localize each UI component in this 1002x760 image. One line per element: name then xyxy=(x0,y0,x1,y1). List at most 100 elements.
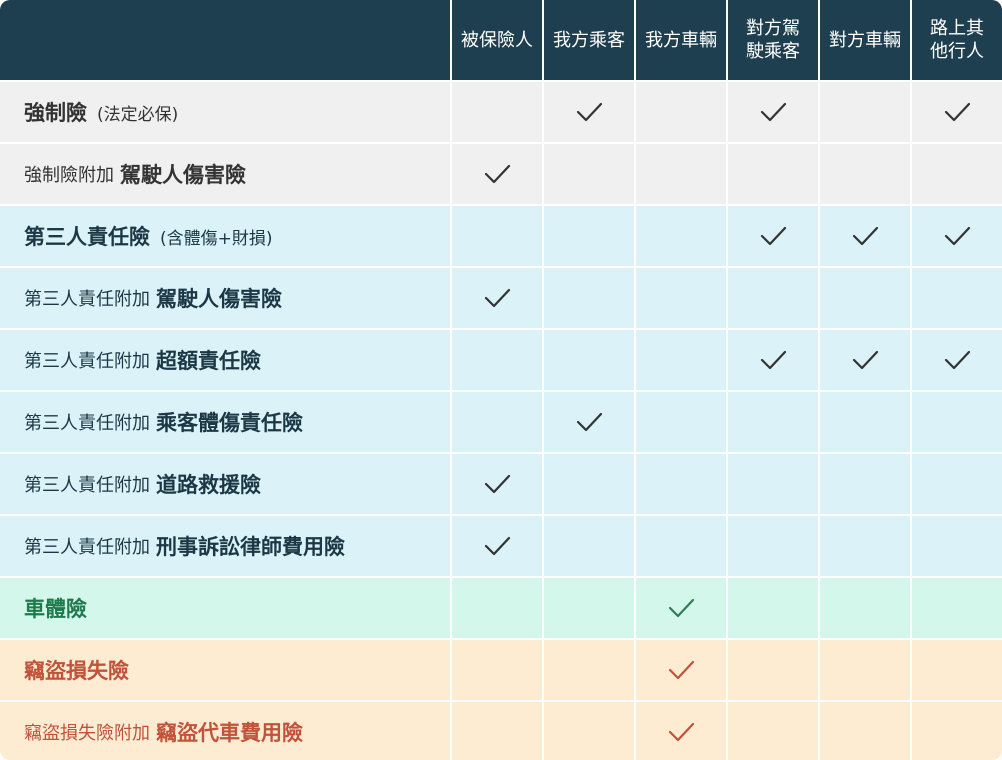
coverage-cell xyxy=(542,328,634,390)
coverage-name: 強制險 xyxy=(24,101,87,125)
coverage-cell xyxy=(818,638,910,700)
coverage-cell xyxy=(634,204,726,266)
coverage-label: 第三人責任附加 乘客體傷責任險 xyxy=(0,390,450,452)
coverage-table: 被保險人 我方乘客 我方車輛 對方駕 駛乘客 對方車輛 路上其 他行人 強制險 (法定必保) 強… xyxy=(0,0,1002,760)
coverage-cell xyxy=(726,328,818,390)
coverage-prefix: 第三人責任附加 xyxy=(24,475,150,496)
coverage-cell xyxy=(542,390,634,452)
coverage-cell xyxy=(634,266,726,328)
checkmark-icon xyxy=(484,474,511,494)
coverage-label: 第三人責任險 (含體傷+財損) xyxy=(0,204,450,266)
column-header: 被保險人 xyxy=(450,0,542,80)
coverage-label: 竊盜損失險 xyxy=(0,638,450,700)
coverage-cell xyxy=(910,576,1002,638)
coverage-cell xyxy=(542,80,634,142)
coverage-label: 強制險 (法定必保) xyxy=(0,80,450,142)
coverage-cell xyxy=(634,142,726,204)
coverage-prefix: 強制險附加 xyxy=(24,165,114,186)
checkmark-icon xyxy=(760,350,787,370)
coverage-label: 第三人責任附加 超額責任險 xyxy=(0,328,450,390)
column-header: 對方車輛 xyxy=(818,0,910,80)
checkmark-icon xyxy=(944,350,971,370)
checkmark-icon xyxy=(484,164,511,184)
coverage-label: 強制險附加 駕駛人傷害險 xyxy=(0,142,450,204)
coverage-cell xyxy=(542,514,634,576)
coverage-prefix: 第三人責任附加 xyxy=(24,289,150,310)
coverage-name: 第三人責任險 xyxy=(24,225,150,249)
coverage-cell xyxy=(726,142,818,204)
checkmark-icon xyxy=(576,412,603,432)
coverage-cell xyxy=(450,328,542,390)
coverage-cell xyxy=(818,204,910,266)
coverage-cell xyxy=(726,80,818,142)
coverage-name: 駕駛人傷害險 xyxy=(156,287,282,311)
coverage-prefix: 第三人責任附加 xyxy=(24,537,150,558)
coverage-name: 刑事訴訟律師費用險 xyxy=(156,535,345,559)
coverage-cell xyxy=(634,452,726,514)
coverage-label: 第三人責任附加 駕駛人傷害險 xyxy=(0,266,450,328)
coverage-cell xyxy=(726,638,818,700)
coverage-cell xyxy=(542,576,634,638)
coverage-name: 乘客體傷責任險 xyxy=(156,411,303,435)
coverage-cell xyxy=(634,80,726,142)
coverage-cell xyxy=(818,328,910,390)
coverage-cell xyxy=(634,700,726,760)
coverage-cell xyxy=(634,576,726,638)
coverage-cell xyxy=(634,328,726,390)
coverage-cell xyxy=(542,638,634,700)
coverage-cell xyxy=(450,80,542,142)
coverage-cell xyxy=(910,142,1002,204)
coverage-cell xyxy=(818,390,910,452)
coverage-cell xyxy=(542,452,634,514)
coverage-cell xyxy=(910,328,1002,390)
coverage-cell xyxy=(910,452,1002,514)
checkmark-icon xyxy=(668,722,695,742)
coverage-label: 車體險 xyxy=(0,576,450,638)
coverage-cell xyxy=(542,266,634,328)
coverage-cell xyxy=(726,576,818,638)
column-header: 對方駕 駛乘客 xyxy=(726,0,818,80)
coverage-name: 超額責任險 xyxy=(156,349,261,373)
coverage-name: 駕駛人傷害險 xyxy=(120,163,246,187)
coverage-cell xyxy=(910,390,1002,452)
checkmark-icon xyxy=(484,536,511,556)
coverage-label: 第三人責任附加 刑事訴訟律師費用險 xyxy=(0,514,450,576)
checkmark-icon xyxy=(484,288,511,308)
checkmark-icon xyxy=(576,102,603,122)
column-header: 我方車輛 xyxy=(634,0,726,80)
coverage-name: 竊盜損失險 xyxy=(24,659,129,683)
coverage-cell xyxy=(450,452,542,514)
checkmark-icon xyxy=(944,102,971,122)
coverage-cell xyxy=(450,514,542,576)
coverage-cell xyxy=(818,576,910,638)
coverage-note: (含體傷+財損) xyxy=(160,228,273,249)
coverage-cell xyxy=(818,266,910,328)
coverage-cell xyxy=(450,638,542,700)
coverage-cell xyxy=(726,452,818,514)
coverage-name: 竊盜代車費用險 xyxy=(156,721,303,745)
coverage-prefix: 竊盜損失險附加 xyxy=(24,723,150,744)
checkmark-icon xyxy=(668,598,695,618)
coverage-cell xyxy=(818,80,910,142)
coverage-cell xyxy=(818,142,910,204)
checkmark-icon xyxy=(760,102,787,122)
coverage-cell xyxy=(910,638,1002,700)
coverage-name: 道路救援險 xyxy=(156,473,261,497)
checkmark-icon xyxy=(944,226,971,246)
coverage-cell xyxy=(450,204,542,266)
coverage-cell xyxy=(726,514,818,576)
checkmark-icon xyxy=(852,350,879,370)
coverage-cell xyxy=(450,266,542,328)
coverage-cell xyxy=(450,700,542,760)
coverage-cell xyxy=(450,390,542,452)
header-blank-cell xyxy=(0,0,450,80)
coverage-cell xyxy=(726,266,818,328)
coverage-cell xyxy=(726,390,818,452)
coverage-prefix: 第三人責任附加 xyxy=(24,351,150,372)
coverage-label: 竊盜損失險附加 竊盜代車費用險 xyxy=(0,700,450,760)
coverage-cell xyxy=(542,204,634,266)
coverage-cell xyxy=(910,266,1002,328)
coverage-cell xyxy=(634,638,726,700)
coverage-cell xyxy=(818,700,910,760)
coverage-cell xyxy=(450,142,542,204)
